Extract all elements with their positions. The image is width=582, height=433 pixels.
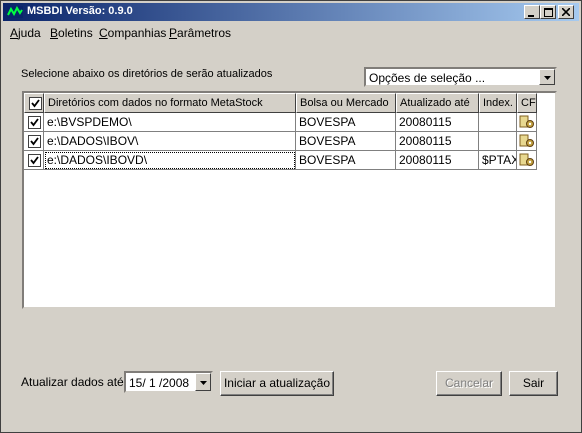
menu-companhias[interactable]: Companhias bbox=[99, 26, 166, 40]
menu-boletins[interactable]: Boletins bbox=[50, 26, 93, 40]
date-picker[interactable]: 15/ 1 /2008 bbox=[124, 371, 213, 393]
maximize-button[interactable] bbox=[540, 5, 556, 19]
start-update-button[interactable]: Iniciar a atualização bbox=[220, 371, 334, 396]
main-window: MSBDI Versão: 0.9.0 Ajuda Boletins Compa… bbox=[0, 0, 582, 433]
menu-ajuda[interactable]: Ajuda bbox=[10, 26, 41, 40]
header-select-all[interactable] bbox=[24, 93, 44, 113]
header-diretorios[interactable]: Diretórios com dados no formato MetaStoc… bbox=[44, 93, 296, 113]
cell-index bbox=[479, 132, 517, 151]
header-bolsa[interactable]: Bolsa ou Mercado bbox=[296, 93, 396, 113]
menu-parametros[interactable]: Parâmetros bbox=[169, 26, 231, 40]
date-label: Atualizar dados até: bbox=[21, 375, 128, 389]
row-checkbox-cell[interactable] bbox=[24, 132, 44, 151]
cell-bolsa: BOVESPA bbox=[296, 113, 396, 132]
exit-button[interactable]: Sair bbox=[509, 371, 558, 396]
minimize-button[interactable] bbox=[524, 5, 540, 19]
table-row[interactable]: e:\DADOS\IBOVD\ BOVESPA 20080115 $PTAX bbox=[24, 151, 555, 170]
dropdown-arrow-button[interactable] bbox=[539, 69, 555, 85]
app-icon bbox=[7, 6, 23, 18]
cell-atualizado: 20080115 bbox=[396, 113, 479, 132]
menu-bar: Ajuda Boletins Companhias Parâmetros bbox=[3, 23, 579, 43]
cell-atualizado: 20080115 bbox=[396, 132, 479, 151]
title-bar[interactable]: MSBDI Versão: 0.9.0 bbox=[3, 3, 579, 21]
checkbox-icon[interactable] bbox=[28, 135, 41, 148]
cell-cf[interactable] bbox=[517, 113, 537, 132]
window-title: MSBDI Versão: 0.9.0 bbox=[27, 5, 133, 17]
row-checkbox-cell[interactable] bbox=[24, 113, 44, 132]
cell-bolsa: BOVESPA bbox=[296, 132, 396, 151]
config-icon[interactable] bbox=[519, 133, 535, 149]
table-row[interactable]: e:\BVSPDEMO\ BOVESPA 20080115 bbox=[24, 113, 555, 132]
cell-diretorio: e:\DADOS\IBOVD\ bbox=[44, 151, 296, 170]
dropdown-arrow-icon bbox=[200, 381, 207, 385]
cell-index: $PTAX bbox=[479, 151, 517, 170]
cell-cf[interactable] bbox=[517, 151, 537, 170]
checkbox-icon[interactable] bbox=[29, 97, 42, 110]
cell-index bbox=[479, 113, 517, 132]
dropdown-arrow-icon bbox=[544, 76, 551, 80]
close-button[interactable] bbox=[558, 5, 574, 19]
menu-parametros-accel: P bbox=[169, 26, 178, 40]
cancel-button[interactable]: Cancelar bbox=[436, 371, 502, 396]
directories-list[interactable]: Diretórios com dados no formato MetaStoc… bbox=[22, 91, 557, 309]
menu-boletins-label: oletins bbox=[58, 26, 93, 40]
cell-bolsa: BOVESPA bbox=[296, 151, 396, 170]
checkbox-icon[interactable] bbox=[28, 116, 41, 129]
row-checkbox-cell[interactable] bbox=[24, 151, 44, 170]
menu-boletins-accel: B bbox=[50, 26, 59, 40]
menu-ajuda-label: juda bbox=[18, 26, 41, 40]
header-cf[interactable]: CF bbox=[517, 93, 537, 113]
cell-diretorio: e:\BVSPDEMO\ bbox=[44, 113, 296, 132]
header-atualizado[interactable]: Atualizado até bbox=[396, 93, 479, 113]
checkbox-icon[interactable] bbox=[28, 154, 41, 167]
header-index[interactable]: Index. bbox=[479, 93, 517, 113]
cell-cf[interactable] bbox=[517, 132, 537, 151]
minimize-icon bbox=[528, 15, 534, 17]
date-value[interactable]: 15/ 1 /2008 bbox=[129, 376, 189, 390]
maximize-icon bbox=[543, 8, 553, 17]
date-dropdown-button[interactable] bbox=[195, 373, 211, 391]
menu-companhias-accel: C bbox=[99, 26, 108, 40]
config-icon[interactable] bbox=[519, 152, 535, 168]
selection-options-value: Opções de seleção ... bbox=[369, 71, 486, 85]
selection-prompt: Selecione abaixo os diretórios de serão … bbox=[21, 68, 273, 80]
table-row[interactable]: e:\DADOS\IBOV\ BOVESPA 20080115 bbox=[24, 132, 555, 151]
menu-ajuda-accel: A bbox=[10, 26, 19, 40]
menu-companhias-label: ompanhias bbox=[107, 26, 167, 40]
cell-diretorio: e:\DADOS\IBOV\ bbox=[44, 132, 296, 151]
menu-parametros-label: arâmetros bbox=[177, 26, 232, 40]
selection-options-dropdown[interactable]: Opções de seleção ... bbox=[364, 67, 557, 87]
config-icon[interactable] bbox=[519, 114, 535, 130]
close-icon bbox=[561, 7, 571, 17]
cell-atualizado: 20080115 bbox=[396, 151, 479, 170]
